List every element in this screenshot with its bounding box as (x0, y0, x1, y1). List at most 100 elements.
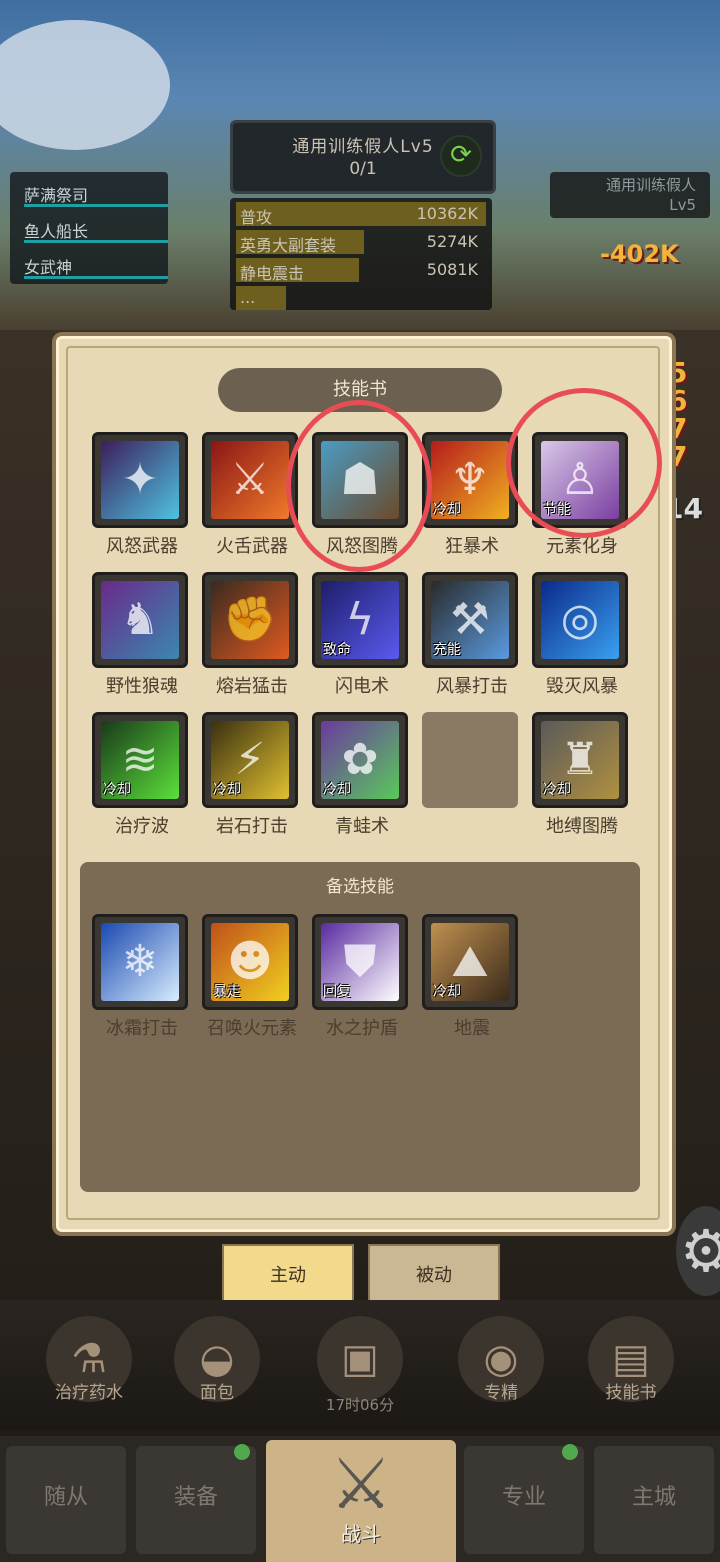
party-hp-bar (24, 276, 168, 279)
wolf-icon: ♞ (101, 581, 179, 659)
lava-fist-icon: ✊ (211, 581, 289, 659)
hotbar-label: 技能书 (605, 1383, 657, 1403)
skill-name: 风暴打击 (436, 676, 508, 697)
skill-tag: 冷却 (213, 782, 241, 798)
skill-tag: 冷却 (433, 984, 461, 1000)
nav-profession[interactable]: 专业 (464, 1446, 584, 1554)
chest-timer: 17时06分 (325, 1396, 395, 1414)
skill-frame: ❄ (92, 914, 188, 1010)
skill-frame: ⚡ 冷却 (202, 712, 298, 808)
hotbar-label: 面包 (200, 1383, 234, 1403)
skill-name: 狂暴术 (445, 536, 499, 557)
nav-city[interactable]: 主城 (594, 1446, 714, 1554)
crossed-swords-icon: ⚔ (329, 1443, 393, 1525)
skill-frame: ♆ 冷却 (422, 432, 518, 528)
claw-weapon-icon: ✦ (101, 441, 179, 519)
skill-name: 治疗波 (115, 816, 169, 837)
target-level: Lv5 (669, 196, 696, 214)
empty-skill-slot[interactable] (422, 712, 518, 808)
skill-tag: 冷却 (543, 782, 571, 798)
target-name: 通用训练假人 (605, 176, 696, 194)
skill-frame: ♞ (92, 572, 188, 668)
nav-equipment[interactable]: 装备 (136, 1446, 256, 1554)
gear-icon[interactable]: ⚙ (676, 1206, 720, 1296)
party-member[interactable]: 萨满祭司 (24, 182, 164, 206)
skill-tag: 冷却 (433, 502, 461, 518)
hotbar-potion[interactable]: ⚗ 治疗药水 (34, 1316, 144, 1426)
hotbar-label: 治疗药水 (55, 1383, 123, 1403)
hotbar-bread[interactable]: ◒ 面包 (162, 1316, 272, 1426)
nav-followers[interactable]: 随从 (6, 1446, 126, 1554)
nav-battle[interactable]: ⚔ 战斗 (266, 1440, 456, 1562)
skill-glyph: ❄ (121, 936, 159, 987)
skill-frame: ϟ 致命 (312, 572, 408, 668)
skill-name: 地缚图腾 (546, 816, 618, 837)
hotbar-skill-book[interactable]: ▤ 技能书 (576, 1316, 686, 1426)
skill-frame: ⚔ (202, 432, 298, 528)
skill-frame: ✦ (92, 432, 188, 528)
skill-name: 火舌武器 (216, 536, 288, 557)
skill-frame: ⛊ 回复 (312, 914, 408, 1010)
skill-name: 地震 (454, 1018, 490, 1039)
skill-name: 岩石打击 (216, 816, 288, 837)
damage-value: 10362K (416, 204, 478, 223)
skill-frame: ♜ 冷却 (532, 712, 628, 808)
party-member[interactable]: 女武神 (24, 254, 164, 278)
skill-frame: ⚒ 充能 (422, 572, 518, 668)
highlight-circle (286, 400, 432, 572)
damage-meter: 普攻 10362K 英勇大副套装 5274K 静电震击 5081K ... (230, 198, 492, 310)
skill-tag: 回复 (323, 984, 351, 1000)
tab-passive-skills[interactable]: 被动 (368, 1244, 500, 1308)
skill-name: 风怒武器 (106, 536, 178, 557)
skill-name: 水之护盾 (326, 1018, 398, 1039)
skill-name: 熔岩猛击 (216, 676, 288, 697)
skill-frame: ◎ (532, 572, 628, 668)
damage-source: 普攻 (240, 208, 273, 227)
vortex-icon: ◎ (541, 581, 619, 659)
skill-frame: ≋ 冷却 (92, 712, 188, 808)
tab-active-skills[interactable]: 主动 (222, 1244, 354, 1308)
skill-glyph: ♞ (120, 594, 160, 645)
party-hp-bar (24, 204, 168, 207)
skill-name: 召唤火元素 (207, 1018, 297, 1039)
party-member[interactable]: 鱼人船长 (24, 218, 164, 242)
skill-name: 冰霜打击 (106, 1018, 178, 1039)
damage-value: 5274K (426, 232, 478, 251)
party-hp-bar (24, 240, 168, 243)
fire-axe-icon: ⚔ (211, 441, 289, 519)
skill-tag: 冷却 (103, 782, 131, 798)
spare-skills-title: 备选技能 (326, 877, 394, 897)
skill-frame: ✊ (202, 572, 298, 668)
skill-glyph: ⚔ (230, 454, 270, 505)
skill-tag: 充能 (433, 642, 461, 658)
skill-name: 青蛙术 (335, 816, 389, 837)
damage-row: 英勇大副套装 5274K (236, 230, 486, 255)
damage-row: 静电震击 5081K (236, 258, 486, 283)
skill-tag: 暴走 (213, 984, 241, 1000)
skill-glyph: ◎ (560, 594, 600, 645)
frost-icon: ❄ (101, 923, 179, 1001)
damage-row: 普攻 10362K (236, 202, 486, 227)
skill-tag: 致命 (323, 642, 351, 658)
damage-source: 英勇大副套装 (240, 236, 337, 255)
skill-frame: ⛰ 冷却 (422, 914, 518, 1010)
skill-frame: ✿ 冷却 (312, 712, 408, 808)
skill-tag: 冷却 (323, 782, 351, 798)
skill-name: 野性狼魂 (106, 676, 178, 697)
hotbar-label: 专精 (484, 1383, 518, 1403)
skill-glyph: ✦ (121, 454, 159, 505)
damage-popup: -402K (600, 240, 679, 268)
chest-icon: ▣ (317, 1316, 403, 1402)
refresh-icon[interactable]: ⟳ (440, 135, 482, 177)
damage-source: ... (240, 288, 256, 307)
highlight-circle (506, 388, 662, 538)
damage-row: ... (236, 286, 486, 310)
party-list: 萨满祭司 鱼人船长 女武神 (10, 172, 168, 284)
damage-value: 5081K (426, 260, 478, 279)
skill-name: 毁灭风暴 (546, 676, 618, 697)
hotbar-specialization[interactable]: ◉ 专精 (446, 1316, 556, 1426)
damage-source: 静电震击 (240, 264, 305, 283)
target-info: 通用训练假人 Lv5 (550, 172, 710, 218)
skill-frame: ☻ 暴走 (202, 914, 298, 1010)
nav-battle-label: 战斗 (341, 1522, 381, 1546)
